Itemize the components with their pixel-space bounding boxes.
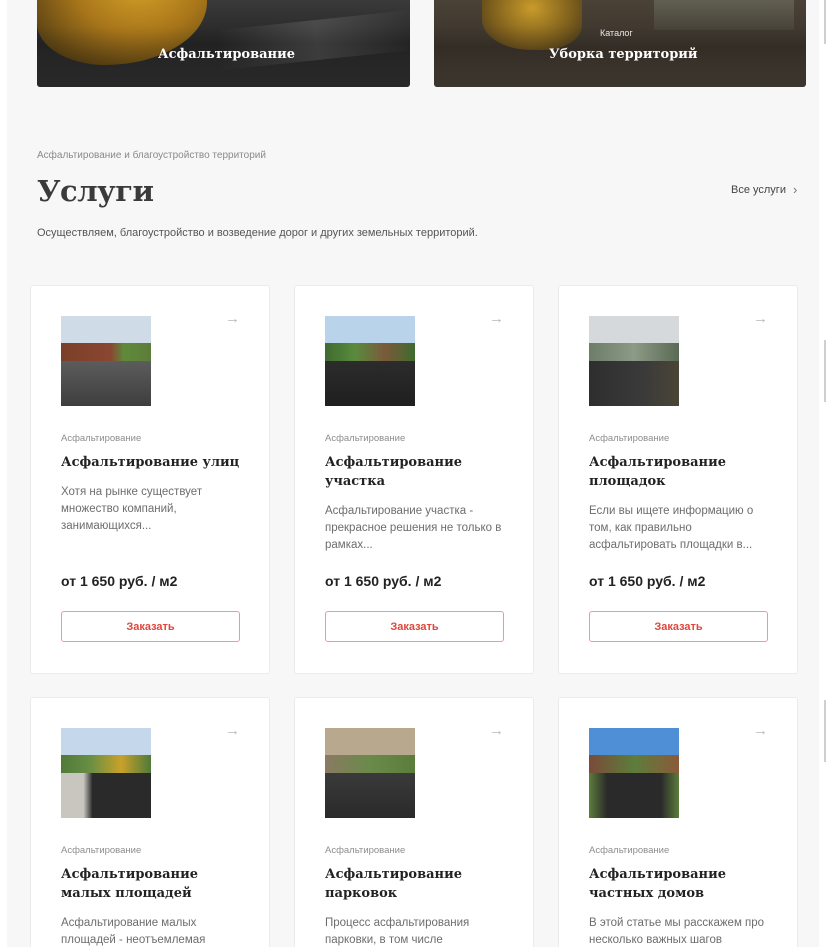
service-price: от 1 650 руб. / м2 bbox=[325, 573, 442, 589]
arrow-right-icon[interactable]: → bbox=[225, 310, 240, 327]
service-title[interactable]: Асфальтирование участка bbox=[325, 453, 515, 491]
service-price: от 1 650 руб. / м2 bbox=[61, 573, 178, 589]
service-thumbnail bbox=[589, 728, 679, 818]
category-tile-kicker: Каталог bbox=[600, 28, 633, 38]
service-category: Асфальтирование bbox=[589, 845, 670, 856]
arrow-right-icon[interactable]: → bbox=[489, 722, 504, 739]
order-button[interactable]: Заказать bbox=[61, 611, 240, 642]
page-background: Асфальтирование Каталог Уборка территори… bbox=[7, 0, 819, 947]
service-category: Асфальтирование bbox=[61, 845, 142, 856]
chevron-right-icon: › bbox=[792, 182, 798, 197]
service-thumbnail bbox=[325, 728, 415, 818]
service-card[interactable]: → Асфальтирование Асфальтирование частны… bbox=[558, 697, 798, 947]
arrow-right-icon[interactable]: → bbox=[225, 722, 240, 739]
service-card[interactable]: → Асфальтирование Асфальтирование улиц Х… bbox=[30, 285, 270, 674]
service-description: Процесс асфальтирования парковки, в том … bbox=[325, 917, 470, 946]
service-thumbnail bbox=[61, 316, 151, 406]
order-button[interactable]: Заказать bbox=[589, 611, 768, 642]
arrow-right-icon[interactable]: → bbox=[753, 722, 768, 739]
section-breadcrumb: Асфальтирование и благоустройство террит… bbox=[37, 150, 266, 161]
category-tile-title: Уборка территорий bbox=[549, 47, 698, 62]
arrow-right-icon[interactable]: → bbox=[753, 310, 768, 327]
category-tile-asphalt[interactable]: Асфальтирование bbox=[37, 0, 410, 87]
service-title[interactable]: Асфальтирование частных домов bbox=[589, 865, 779, 903]
scrollbar-track[interactable] bbox=[823, 0, 827, 947]
arrow-right-icon[interactable]: → bbox=[489, 310, 504, 327]
category-tile-title: Асфальтирование bbox=[158, 47, 295, 62]
section-lead: Осуществляем, благоустройство и возведен… bbox=[37, 227, 478, 239]
service-price: от 1 650 руб. / м2 bbox=[589, 573, 706, 589]
service-category: Асфальтирование bbox=[589, 433, 670, 444]
service-thumbnail bbox=[61, 728, 151, 818]
service-description: Хотя на рынке существует множество компа… bbox=[61, 486, 203, 532]
section-title: Услуги bbox=[37, 174, 154, 208]
service-description: Асфальтирование малых площадей - неотъем… bbox=[61, 917, 206, 946]
service-title[interactable]: Асфальтирование парковок bbox=[325, 865, 515, 903]
all-services-link[interactable]: Все услуги › bbox=[731, 182, 797, 197]
service-thumbnail bbox=[589, 316, 679, 406]
service-card[interactable]: → Асфальтирование Асфальтирование малых … bbox=[30, 697, 270, 947]
service-description: Асфальтирование участка - прекрасное реш… bbox=[325, 505, 502, 551]
all-services-label: Все услуги bbox=[731, 183, 786, 196]
service-title[interactable]: Асфальтирование малых площадей bbox=[61, 865, 251, 903]
service-title[interactable]: Асфальтирование улиц bbox=[61, 453, 251, 472]
service-title[interactable]: Асфальтирование площадок bbox=[589, 453, 779, 491]
service-card[interactable]: → Асфальтирование Асфальтирование площад… bbox=[558, 285, 798, 674]
order-button[interactable]: Заказать bbox=[325, 611, 504, 642]
service-thumbnail bbox=[325, 316, 415, 406]
category-tile-cleaning[interactable]: Каталог Уборка территорий bbox=[434, 0, 806, 87]
service-card[interactable]: → Асфальтирование Асфальтирование участк… bbox=[294, 285, 534, 674]
service-category: Асфальтирование bbox=[325, 433, 406, 444]
service-description: Если вы ищете информацию о том, как прав… bbox=[589, 505, 754, 551]
service-category: Асфальтирование bbox=[325, 845, 406, 856]
service-category: Асфальтирование bbox=[61, 433, 142, 444]
service-description: В этой статье мы расскажем про несколько… bbox=[589, 917, 765, 946]
scrollbar-thumb[interactable] bbox=[824, 0, 826, 44]
service-card[interactable]: → Асфальтирование Асфальтирование парков… bbox=[294, 697, 534, 947]
